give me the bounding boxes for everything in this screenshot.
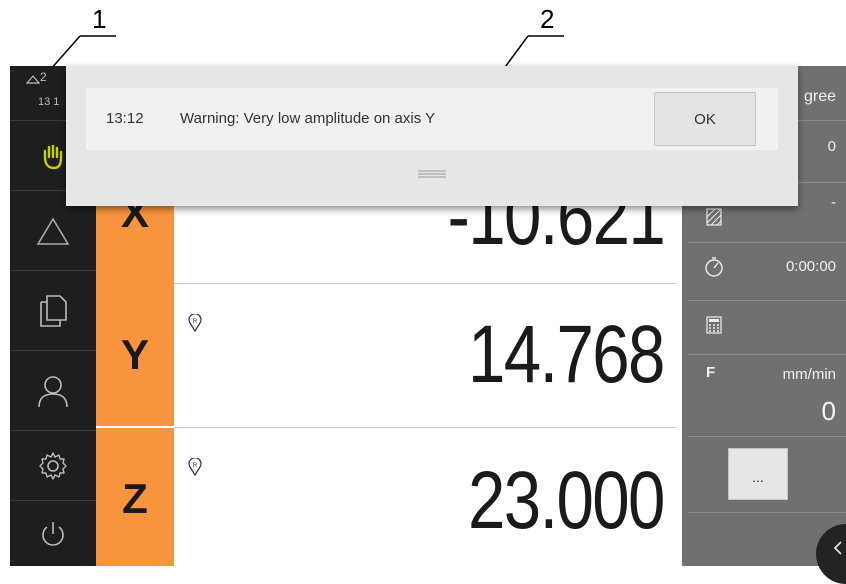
gear-icon — [39, 452, 67, 480]
hand-icon — [43, 144, 63, 170]
status-time: 13 1 — [38, 96, 60, 108]
drag-handle-icon[interactable] — [418, 170, 446, 180]
panel-divider — [688, 300, 846, 301]
panel-divider — [688, 242, 846, 243]
calculator-icon — [706, 316, 722, 334]
feed-unit: mm/min — [782, 366, 836, 383]
chevron-left-icon — [833, 541, 842, 555]
axis-value-z: 23.000 — [468, 455, 665, 546]
ok-button[interactable]: OK — [654, 92, 756, 146]
documents-icon — [40, 295, 67, 327]
panel-value: 0 — [827, 138, 836, 155]
message-text: Warning: Very low amplitude on axis Y — [180, 110, 436, 127]
file-management-button[interactable] — [10, 270, 96, 351]
power-button[interactable] — [10, 500, 96, 566]
reference-mark-icon: R — [188, 314, 202, 332]
settings-button[interactable] — [10, 430, 96, 501]
timer-value: 0:00:00 — [785, 258, 836, 275]
user-icon — [38, 376, 68, 408]
triangle-icon — [36, 217, 70, 245]
message-dialog: 13:12 Warning: Very low amplitude on axi… — [66, 66, 798, 206]
panel-divider — [688, 512, 846, 513]
warning-triangle-icon — [26, 75, 40, 84]
svg-text:R: R — [193, 463, 198, 469]
message-row: 13:12 Warning: Very low amplitude on axi… — [86, 88, 778, 150]
axis-value-y: 14.768 — [468, 309, 665, 400]
axis-row-y[interactable]: Y R 14.768 — [96, 284, 676, 426]
axis-row-z[interactable]: Z R 23.000 — [96, 428, 676, 566]
axis-label-y: Y — [96, 284, 174, 426]
message-time: 13:12 — [106, 110, 144, 127]
feed-label: F — [706, 364, 716, 381]
stopwatch-icon — [705, 257, 723, 277]
user-login-button[interactable] — [10, 350, 96, 431]
reference-mark-icon: R — [188, 458, 202, 476]
panel-value: - — [831, 194, 836, 211]
axis-label-z: Z — [96, 428, 174, 566]
status-count: 2 — [40, 70, 47, 84]
svg-text:R: R — [193, 319, 198, 325]
feed-value: 0 — [821, 396, 836, 426]
unit-label: gree — [804, 88, 837, 105]
more-button[interactable]: ... — [728, 448, 788, 500]
panel-divider — [688, 436, 846, 437]
panel-divider — [688, 354, 846, 355]
hatch-icon — [706, 208, 722, 226]
power-icon — [42, 522, 64, 546]
